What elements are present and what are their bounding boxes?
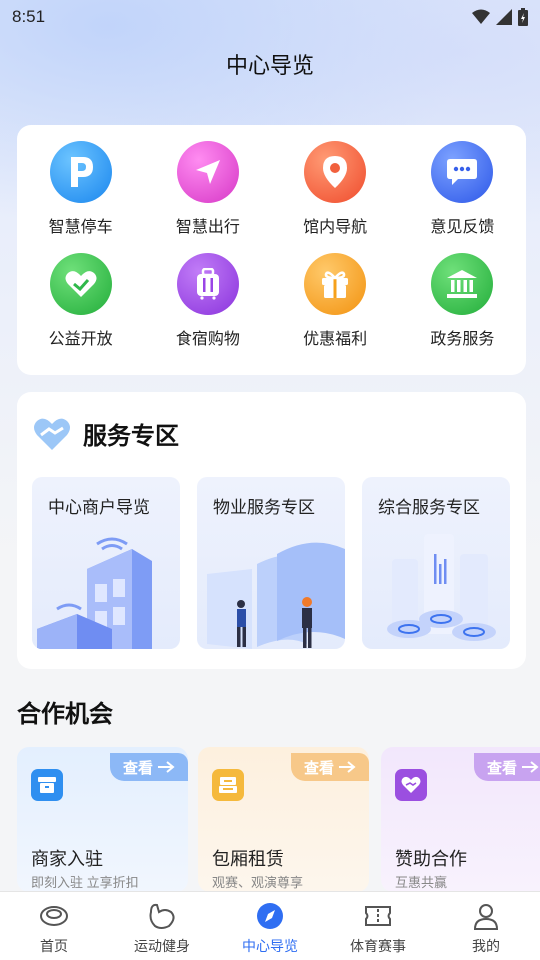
home-icon (40, 906, 68, 926)
navigation-arrow-icon (176, 141, 239, 203)
tab-fitness[interactable]: 运动健身 (108, 892, 216, 960)
parking-icon (49, 141, 112, 203)
service-zone-title: 服务专区 (83, 423, 179, 450)
grid-label: 意见反馈 (430, 219, 495, 236)
fitness-icon (149, 903, 175, 929)
tile-label: 物业服务专区 (213, 498, 315, 517)
cooperation-subtitle: 即刻入驻 立享折扣 (31, 875, 139, 890)
quick-access-card: 智慧停车 智慧出行 馆内导航 意见反馈 公益开放 食宿购物 优惠福利 政务服务 (17, 125, 526, 375)
arrow-right-icon (158, 761, 175, 773)
tab-center-guide[interactable]: 中心导览 (216, 892, 324, 960)
cooperation-title: 合作机会 (17, 701, 113, 728)
wifi-icon (472, 9, 490, 24)
tile-merchant-guide[interactable]: 中心商户导览 (32, 477, 180, 649)
grid-item-discount-welfare[interactable]: 优惠福利 (272, 253, 399, 365)
grid-label: 智慧出行 (175, 219, 240, 236)
cooperation-name: 赞助合作 (395, 849, 467, 869)
grid-label: 政务服务 (430, 331, 495, 348)
grid-label: 优惠福利 (303, 331, 368, 348)
cooperation-card-merchant[interactable]: 查看 商家入驻 即刻入驻 立享折扣 (17, 747, 188, 892)
handshake-heart-icon (395, 769, 427, 801)
grid-item-feedback[interactable]: 意见反馈 (399, 141, 526, 253)
handshake-heart-icon (34, 418, 70, 450)
cooperation-subtitle: 互惠共赢 (395, 875, 448, 890)
grid-label: 智慧停车 (48, 219, 113, 236)
cooperation-list: 查看 商家入驻 即刻入驻 立享折扣 查看 包厢租赁 观赛、观演尊享 查看 赞助合… (17, 747, 540, 892)
shop-icon (31, 769, 63, 801)
status-time: 8:51 (12, 7, 46, 26)
tab-label: 首页 (40, 938, 68, 954)
cooperation-card-sponsorship[interactable]: 查看 赞助合作 互惠共赢 (381, 747, 540, 892)
grid-item-public-open[interactable]: 公益开放 (17, 253, 144, 365)
tab-home[interactable]: 首页 (0, 892, 108, 960)
tile-property-service[interactable]: 物业服务专区 (197, 477, 345, 649)
people-screen-illustration (207, 542, 345, 649)
grid-item-indoor-navigation[interactable]: 馆内导航 (272, 141, 399, 253)
profile-icon (473, 904, 499, 930)
tab-mine[interactable]: 我的 (432, 892, 540, 960)
gift-icon (304, 253, 367, 315)
data-towers-illustration (387, 534, 496, 641)
cooperation-subtitle: 观赛、观演尊享 (212, 875, 304, 890)
grid-label: 公益开放 (48, 331, 113, 348)
tab-label: 我的 (472, 938, 500, 954)
grid-item-food-shopping[interactable]: 食宿购物 (144, 253, 271, 365)
compass-icon (257, 903, 283, 929)
ticket-icon (365, 906, 391, 926)
tab-label: 体育赛事 (350, 938, 406, 954)
battery-icon (518, 8, 528, 26)
arrow-right-icon (522, 761, 539, 773)
signal-icon (496, 9, 512, 25)
grid-label: 馆内导航 (303, 219, 368, 236)
view-button[interactable]: 查看 (474, 753, 540, 781)
view-button[interactable]: 查看 (110, 753, 188, 781)
status-icons (472, 8, 528, 26)
view-button[interactable]: 查看 (291, 753, 369, 781)
view-label: 查看 (303, 759, 334, 777)
tile-label: 中心商户导览 (48, 498, 150, 517)
grid-label: 食宿购物 (175, 331, 240, 348)
arrow-right-icon (339, 761, 356, 773)
grid-item-government-service[interactable]: 政务服务 (399, 253, 526, 365)
service-zone-header: 服务专区 (33, 416, 179, 451)
tab-sports-events[interactable]: 体育赛事 (324, 892, 432, 960)
cooperation-name: 包厢租赁 (212, 849, 284, 869)
heart-hand-icon (49, 253, 112, 315)
cooperation-name: 商家入驻 (31, 849, 103, 869)
grid-item-parking[interactable]: 智慧停车 (17, 141, 144, 253)
building-illustration (37, 537, 152, 649)
location-pin-icon (304, 141, 367, 203)
view-label: 查看 (122, 759, 153, 777)
tile-integrated-service[interactable]: 综合服务专区 (362, 477, 510, 649)
view-label: 查看 (486, 759, 517, 777)
bottom-tab-bar: 首页 运动健身 中心导览 体育赛事 我的 (0, 891, 540, 960)
chat-bubble-icon (431, 141, 494, 203)
grid-item-smart-travel[interactable]: 智慧出行 (144, 141, 271, 253)
tile-label: 综合服务专区 (378, 498, 480, 517)
box-room-icon (212, 769, 244, 801)
tab-label: 运动健身 (134, 938, 190, 954)
luggage-icon (176, 253, 239, 315)
tab-label: 中心导览 (242, 938, 298, 954)
status-bar: 8:51 (0, 0, 540, 34)
cooperation-card-box-rental[interactable]: 查看 包厢租赁 观赛、观演尊享 (198, 747, 369, 892)
page-title: 中心导览 (225, 53, 314, 78)
service-zone-card: 服务专区 中心商户导览 物业服务专区 综合服务专区 (17, 392, 526, 669)
government-building-icon (431, 253, 494, 315)
